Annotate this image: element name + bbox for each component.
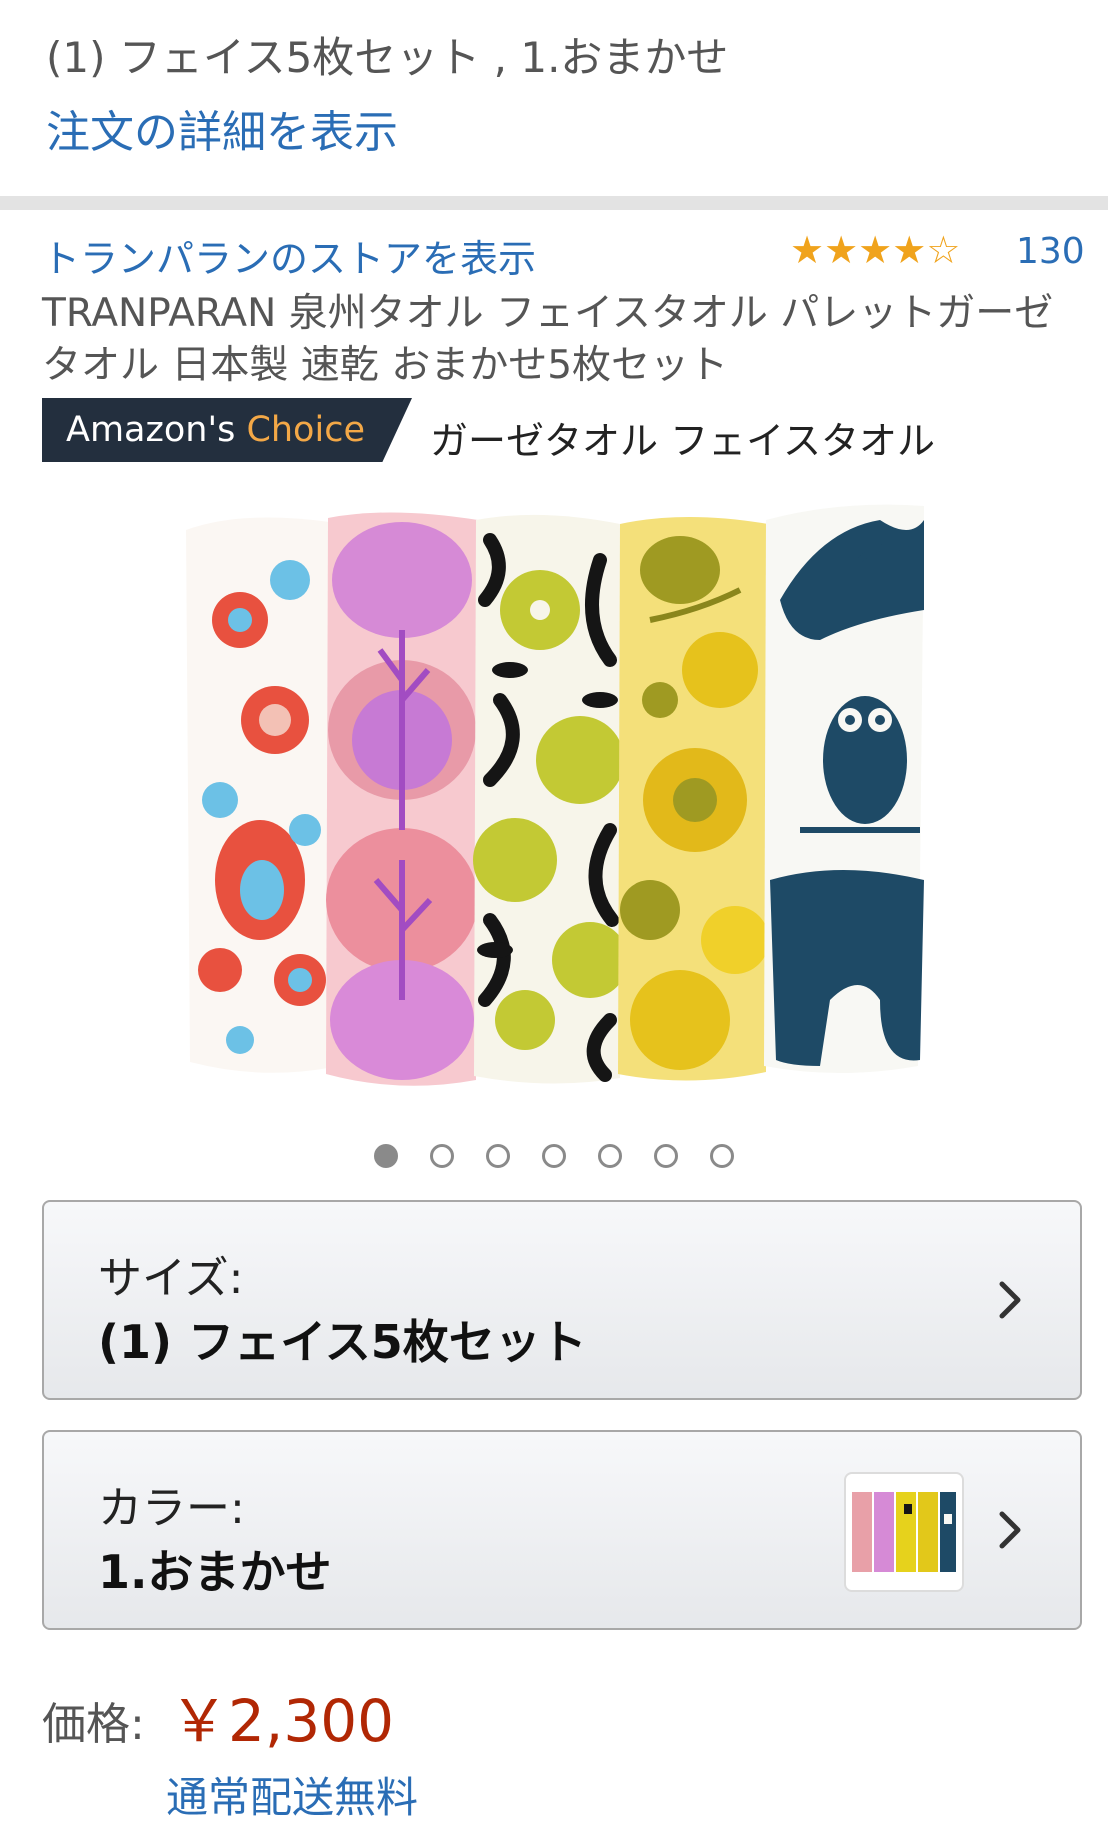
image-carousel-dots[interactable] [0,1144,1108,1174]
amazons-choice-badge: Amazon's Choice [42,398,412,462]
color-swatch-thumbnail [844,1472,964,1592]
color-value: 1.おまかせ [98,1545,332,1599]
badge-amazon-text: Amazon's [66,410,247,450]
product-title-line-2: タオル 日本製 速乾 おまかせ5枚セット [42,343,729,388]
carousel-dot[interactable] [598,1144,622,1168]
towel-yellow-citrus-pattern [618,517,769,1081]
color-selector[interactable]: カラー: 1.おまかせ [42,1430,1082,1630]
star-full-icon: ★ [790,228,825,272]
towel-navy-owl-pattern [764,504,924,1074]
star-full-icon: ★ [858,228,893,272]
size-label: サイズ: [98,1253,244,1304]
carousel-dot[interactable] [486,1144,510,1168]
carousel-dot[interactable] [374,1144,398,1168]
review-count-link[interactable]: 130 [1016,231,1085,272]
star-full-icon: ★ [892,228,927,272]
badge-choice-text: Choice [246,410,365,450]
carousel-dot[interactable] [430,1144,454,1168]
order-variant-summary: (1) フェイス5枚セット , 1.おまかせ [46,33,729,82]
size-selector[interactable]: サイズ: (1) フェイス5枚セット [42,1200,1082,1400]
towel-red-blue-pattern [186,517,330,1073]
towel-pink-purple-pattern [326,512,478,1086]
carousel-dot[interactable] [654,1144,678,1168]
product-image[interactable] [180,500,926,1090]
color-label: カラー: [98,1483,245,1534]
section-divider [0,196,1108,210]
star-empty-icon: ☆ [926,228,961,272]
size-value: (1) フェイス5枚セット [98,1315,587,1369]
price-value: ￥2,300 [170,1687,395,1755]
chevron-right-icon [999,1281,1021,1319]
price-label: 価格: [42,1699,145,1750]
carousel-dot[interactable] [710,1144,734,1168]
order-details-link[interactable]: 注文の詳細を表示 [46,96,398,160]
towel-black-lime-pattern [473,514,628,1084]
star-full-icon: ★ [824,228,859,272]
chevron-right-icon [999,1511,1021,1549]
carousel-dot[interactable] [542,1144,566,1168]
star-rating[interactable]: ★★★★☆ [790,228,960,272]
store-link[interactable]: トランパランのストアを表示 [42,228,536,283]
product-title-line-1: TRANPARAN 泉州タオル フェイスタオル パレットガーゼ [42,291,1054,336]
badge-keyword: ガーゼタオル フェイスタオル [430,419,935,463]
